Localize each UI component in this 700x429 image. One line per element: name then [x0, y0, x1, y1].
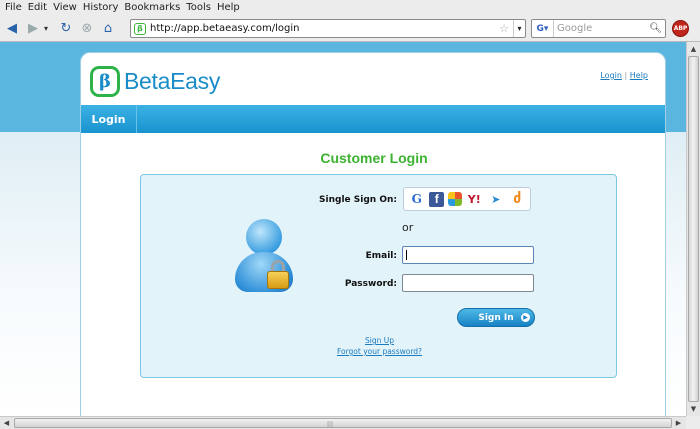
scroll-down-icon[interactable]: ▼: [687, 402, 700, 416]
sign-in-button[interactable]: Sign In ▶: [457, 308, 535, 327]
vertical-scroll-thumb[interactable]: [688, 56, 699, 402]
link-separator: |: [624, 71, 628, 80]
search-icon[interactable]: 🔍︎: [649, 23, 662, 34]
menu-history[interactable]: History: [83, 2, 119, 13]
bookmark-star-icon[interactable]: ☆: [499, 22, 509, 35]
login-panel: Single Sign On: G f Y! ➤ ძ or Email: Pas…: [140, 174, 617, 378]
adblock-icon[interactable]: ABP: [672, 20, 689, 37]
menu-edit[interactable]: Edit: [28, 2, 47, 13]
horizontal-scroll-thumb[interactable]: |||: [14, 418, 672, 428]
or-separator: or: [402, 221, 414, 234]
site-nav-bar: Login: [81, 105, 665, 133]
facebook-icon[interactable]: f: [429, 191, 445, 207]
password-label: Password:: [344, 279, 397, 289]
scroll-right-icon[interactable]: ▶: [672, 417, 685, 429]
header-help-link[interactable]: Help: [630, 71, 648, 80]
menu-bar: File Edit View History Bookmarks Tools H…: [0, 0, 700, 15]
search-engine-selector[interactable]: G▾: [532, 20, 554, 37]
arrow-right-icon: ▶: [521, 313, 530, 322]
yahoo-icon[interactable]: Y!: [465, 190, 483, 208]
logo-text: BetaEasy: [124, 68, 221, 94]
menu-file[interactable]: File: [5, 2, 22, 13]
header-links: Login | Help: [600, 71, 648, 80]
signup-link-row: Sign Up: [141, 336, 618, 345]
email-field[interactable]: [402, 246, 534, 264]
vertical-scrollbar[interactable]: ▲ ▼: [686, 42, 700, 416]
sign-up-link[interactable]: Sign Up: [365, 336, 394, 345]
sso-label: Single Sign On:: [319, 195, 397, 205]
windows-live-icon[interactable]: [447, 192, 462, 206]
search-bar[interactable]: G▾ Google 🔍︎: [531, 19, 666, 38]
scroll-left-icon[interactable]: ◀: [0, 417, 13, 429]
site-favicon-icon: β: [134, 22, 146, 35]
page-card: β BetaEasy Login | Help Login Customer L…: [80, 52, 666, 416]
google-icon[interactable]: G: [408, 190, 426, 208]
menu-bookmarks[interactable]: Bookmarks: [124, 2, 180, 13]
reload-icon[interactable]: ↻: [57, 19, 75, 37]
forgot-link-row: Forgot your password?: [141, 347, 618, 356]
menu-help[interactable]: Help: [217, 2, 240, 13]
user-lock-icon: [235, 219, 293, 295]
menu-view[interactable]: View: [53, 2, 77, 13]
sign-in-label: Sign In: [478, 312, 514, 323]
openid-icon[interactable]: ძ: [508, 190, 526, 208]
beta-logo-icon: β: [90, 66, 120, 97]
header-login-link[interactable]: Login: [600, 71, 622, 80]
url-bar[interactable]: β http://app.betaeasy.com/login ☆ ▾: [130, 19, 526, 38]
history-dropdown-icon[interactable]: ▾: [44, 24, 54, 33]
page-title: Customer Login: [320, 150, 428, 166]
search-input[interactable]: Google: [557, 23, 649, 34]
forgot-password-link[interactable]: Forgot your password?: [337, 347, 422, 356]
scroll-up-icon[interactable]: ▲: [687, 42, 700, 56]
page-viewport: β BetaEasy Login | Help Login Customer L…: [0, 42, 686, 416]
aim-icon[interactable]: ➤: [487, 190, 505, 208]
back-arrow-icon[interactable]: ◀: [3, 19, 21, 37]
email-label: Email:: [365, 251, 397, 261]
url-dropdown-icon[interactable]: ▾: [513, 20, 525, 37]
menu-tools[interactable]: Tools: [186, 2, 211, 13]
password-field[interactable]: [402, 274, 534, 292]
home-icon[interactable]: ⌂: [99, 19, 117, 37]
navigation-toolbar: ◀ ▶ ▾ ↻ ⊗ ⌂ β http://app.betaeasy.com/lo…: [0, 15, 700, 42]
sso-provider-group: G f Y! ➤ ძ: [403, 187, 531, 211]
url-text[interactable]: http://app.betaeasy.com/login: [150, 23, 499, 34]
stop-icon[interactable]: ⊗: [78, 19, 96, 37]
horizontal-scrollbar[interactable]: ◀ ||| ▶: [0, 416, 686, 429]
nav-login-tab[interactable]: Login: [81, 105, 137, 133]
forward-arrow-icon[interactable]: ▶: [24, 19, 42, 37]
site-logo[interactable]: β BetaEasy: [90, 66, 220, 97]
